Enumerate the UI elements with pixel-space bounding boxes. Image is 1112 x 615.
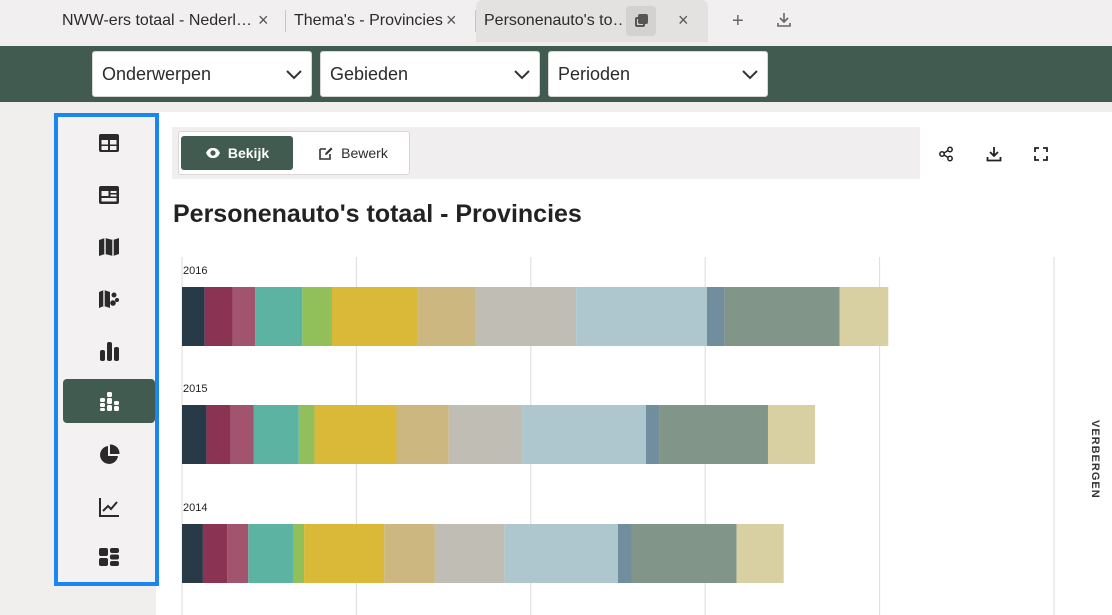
tab-label: Thema's - Provincies <box>294 12 443 29</box>
download-icon[interactable] <box>986 146 1002 162</box>
category-label: 2015 <box>183 383 207 395</box>
bar-segment[interactable] <box>182 405 207 464</box>
bar-segment[interactable] <box>248 524 294 583</box>
fullscreen-icon[interactable] <box>1033 146 1049 162</box>
map-icon <box>99 238 119 256</box>
tiles-icon <box>99 548 119 566</box>
new-tab-icon[interactable]: + <box>732 10 744 33</box>
chevron-down-icon <box>514 70 530 80</box>
bar-segment[interactable] <box>304 524 385 583</box>
pie-chart-icon <box>100 444 120 464</box>
dropdown-label: Onderwerpen <box>102 63 212 84</box>
bar-segment[interactable] <box>202 524 228 583</box>
bar-segment[interactable] <box>504 524 618 583</box>
bar-segment[interactable] <box>302 287 332 346</box>
bar-segment[interactable] <box>631 524 737 583</box>
line-chart-icon <box>99 498 119 517</box>
bar-segment[interactable] <box>396 405 449 464</box>
rail-item-map[interactable] <box>63 225 155 269</box>
bar-segment[interactable] <box>417 287 475 346</box>
view-button[interactable]: Bekijk <box>181 136 293 170</box>
edit-icon <box>319 147 333 160</box>
view-label: Bekijk <box>227 145 270 161</box>
perioden-dropdown[interactable]: Perioden <box>548 51 768 97</box>
close-icon[interactable]: × <box>258 10 269 31</box>
bar-segment[interactable] <box>206 405 231 464</box>
bar-segment[interactable] <box>724 287 840 346</box>
page-title: Personenauto's totaal - Provincies <box>173 200 582 228</box>
bar-segment[interactable] <box>204 287 233 346</box>
bar-segment[interactable] <box>230 405 254 464</box>
bar-segment[interactable] <box>293 524 305 583</box>
bar-segment[interactable] <box>448 405 523 464</box>
close-icon[interactable]: × <box>446 10 457 31</box>
rail-item-bar-chart[interactable] <box>63 329 155 373</box>
chevron-down-icon <box>742 70 758 80</box>
rail-item-pie-chart[interactable] <box>63 433 155 477</box>
close-icon[interactable]: × <box>678 10 689 31</box>
bar-segment[interactable] <box>706 287 725 346</box>
download-tab-icon[interactable] <box>777 12 791 28</box>
filter-toolbar: Onderwerpen Gebieden Perioden <box>0 46 1112 102</box>
category-label: 2016 <box>183 265 207 277</box>
table-icon <box>99 134 119 152</box>
tab-personenautos[interactable]: Personenauto's to… × <box>476 0 708 42</box>
bar-segment[interactable] <box>182 524 203 583</box>
bar-segment[interactable] <box>736 524 784 583</box>
bar-segment[interactable] <box>645 405 660 464</box>
tab-strip: NWW-ers totaal - Nederl… × Thema's - Pro… <box>0 0 1112 42</box>
view-mode-toggle: Bekijk Bewerk <box>178 131 410 175</box>
tab-themas[interactable]: Thema's - Provincies × <box>286 0 474 42</box>
hide-panel-tab[interactable]: VERBERGEN <box>1089 420 1101 499</box>
stacked-bar-chart-icon <box>100 392 119 411</box>
tab-nww-ers[interactable]: NWW-ers totaal - Nederl… × <box>54 0 282 42</box>
category-label: 2014 <box>183 502 207 514</box>
bar-segment[interactable] <box>314 405 397 464</box>
bar-segment[interactable] <box>522 405 646 464</box>
onderwerpen-dropdown[interactable]: Onderwerpen <box>92 51 312 97</box>
bar-segment[interactable] <box>232 287 256 346</box>
chevron-down-icon <box>286 70 302 80</box>
map-symbols-icon <box>99 290 119 308</box>
bar-segment[interactable] <box>255 287 303 346</box>
bar-segment[interactable] <box>182 287 205 346</box>
bar-segment[interactable] <box>434 524 505 583</box>
bar-segment[interactable] <box>767 405 816 464</box>
rail-item-table[interactable] <box>63 121 155 165</box>
edit-label: Bewerk <box>341 145 388 161</box>
view-toolbar: Bekijk Bewerk <box>172 127 920 179</box>
rail-item-map-symbols[interactable] <box>63 277 155 321</box>
tab-label: NWW-ers totaal - Nederl… <box>62 12 250 29</box>
bar-segment[interactable] <box>298 405 315 464</box>
bar-segment[interactable] <box>474 287 577 346</box>
eye-icon <box>205 148 220 158</box>
bar-chart-icon <box>100 342 119 361</box>
edit-button[interactable]: Bewerk <box>303 136 403 170</box>
share-icon[interactable] <box>938 146 954 162</box>
bar-segment[interactable] <box>227 524 249 583</box>
rail-item-tiles[interactable] <box>63 535 155 579</box>
bar-segment[interactable] <box>618 524 632 583</box>
visualization-type-rail <box>54 113 159 586</box>
dropdown-label: Gebieden <box>330 63 409 84</box>
rail-item-dashboard[interactable] <box>63 173 155 217</box>
bar-segment[interactable] <box>384 524 435 583</box>
stacked-bar-chart: 2016 2015 2014 <box>181 257 1055 615</box>
bar-segment[interactable] <box>659 405 768 464</box>
main-panel: Bekijk Bewerk Personenauto's totaal - Pr… <box>156 112 1112 615</box>
dashboard-icon <box>99 186 119 204</box>
rail-item-stacked-bar-chart[interactable] <box>63 379 155 423</box>
bar-segment[interactable] <box>253 405 299 464</box>
bar-segment[interactable] <box>839 287 889 346</box>
tab-label: Personenauto's to… <box>484 12 624 29</box>
gebieden-dropdown[interactable]: Gebieden <box>320 51 540 97</box>
bar-segment[interactable] <box>331 287 418 346</box>
rail-item-line-chart[interactable] <box>63 485 155 529</box>
bar-segment[interactable] <box>576 287 707 346</box>
duplicate-icon[interactable] <box>626 6 656 36</box>
dropdown-label: Perioden <box>558 63 631 84</box>
